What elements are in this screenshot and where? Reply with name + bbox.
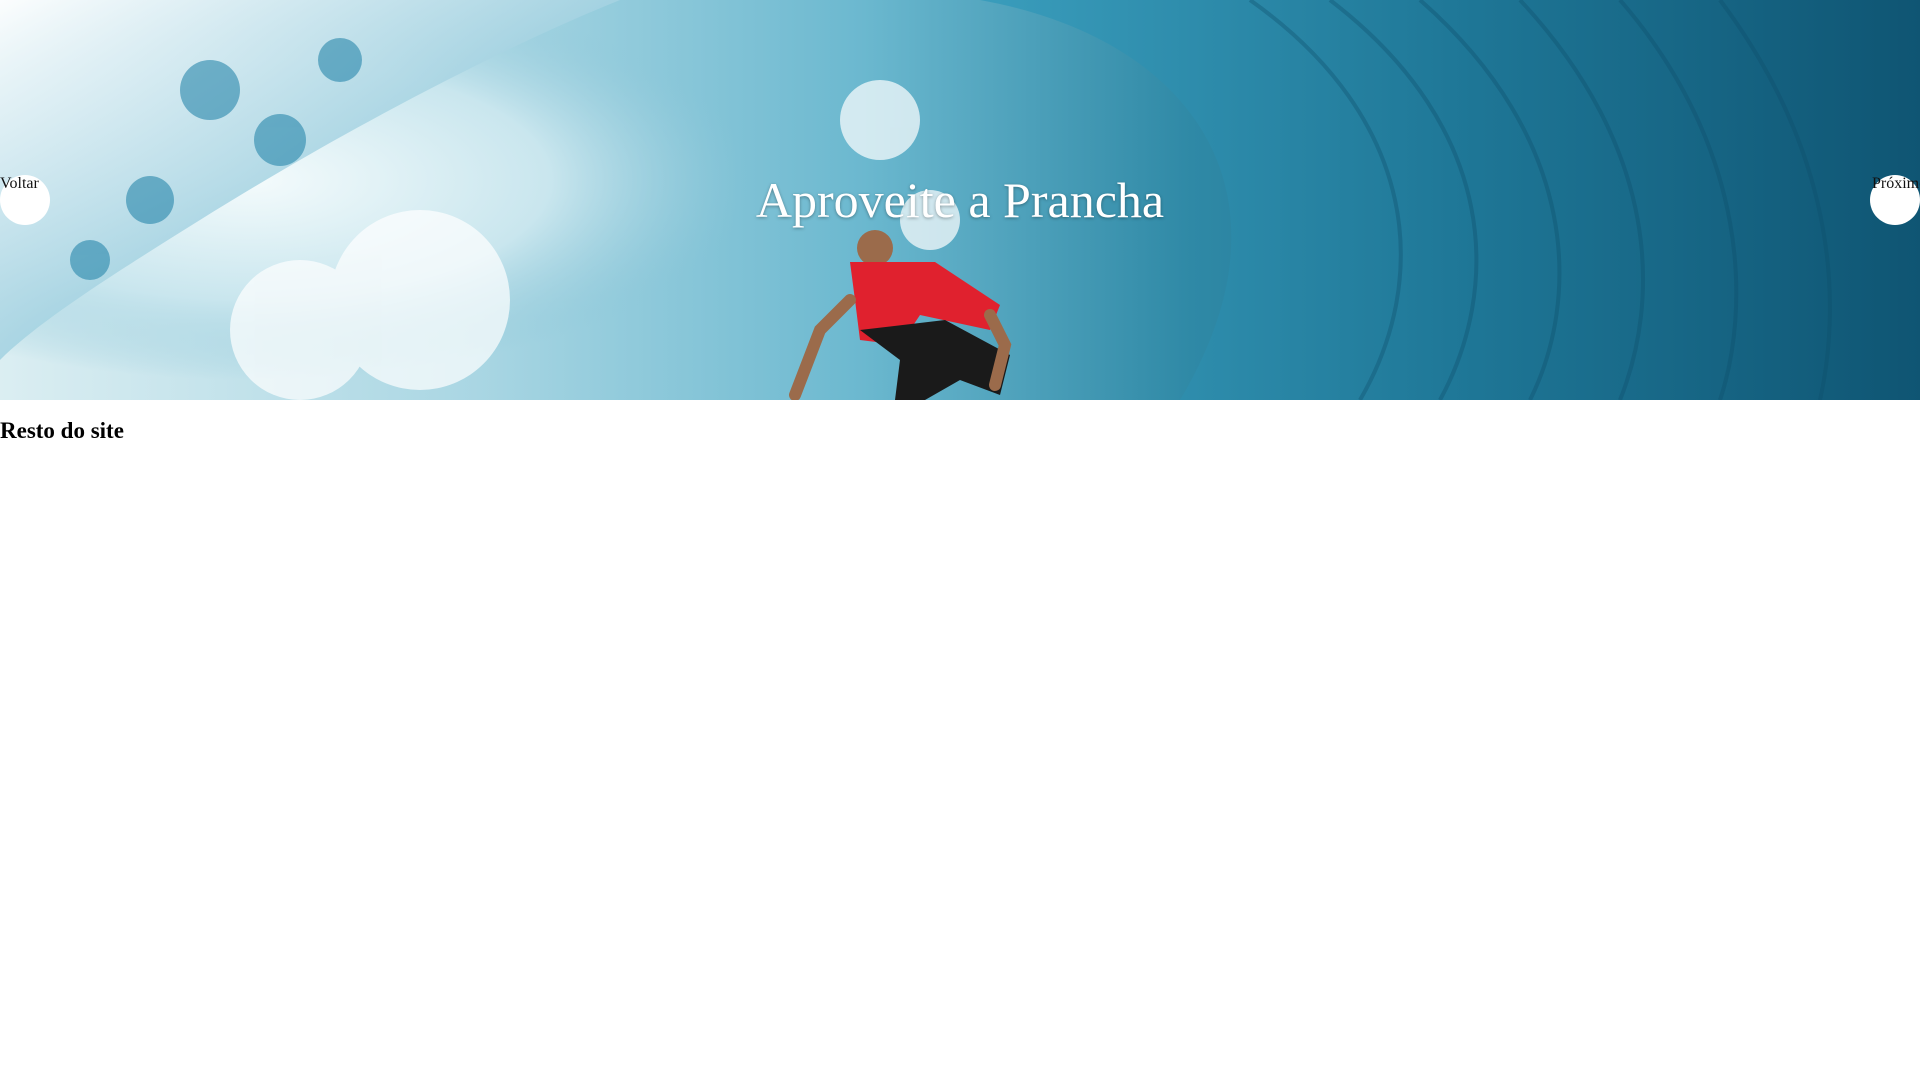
rest-of-site-heading: Resto do site <box>0 418 124 443</box>
hero-title: Aproveite a Prancha <box>755 172 1165 228</box>
hero-carousel: Aproveite a Prancha Voltar Próximo <box>0 0 1920 400</box>
carousel-prev-button[interactable]: Voltar <box>0 175 50 225</box>
next-button-label: Próximo <box>1872 175 1920 192</box>
carousel-next-button[interactable]: Próximo <box>1870 175 1920 225</box>
prev-button-label: Voltar <box>0 175 39 192</box>
